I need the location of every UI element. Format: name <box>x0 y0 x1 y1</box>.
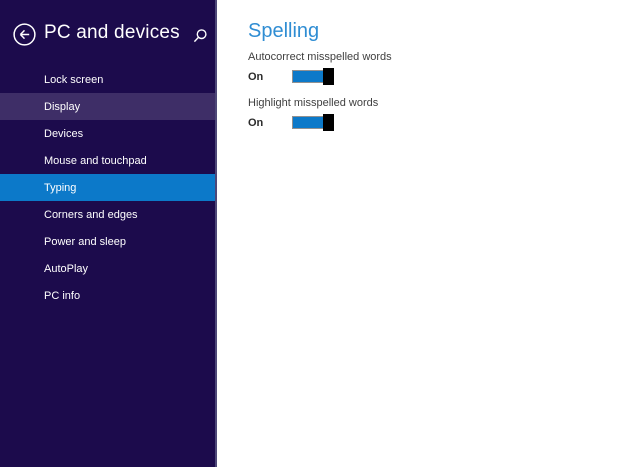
pc-settings-window: PC and devices Lock screen Display Devices… <box>0 0 624 467</box>
main-content: Spelling Autocorrect misspelled words On H… <box>217 0 624 467</box>
setting-group: Highlight misspelled words On <box>248 97 624 131</box>
search-button[interactable] <box>192 28 208 44</box>
sidebar-item-pc-info[interactable]: PC info <box>0 282 215 309</box>
setting-label: Highlight misspelled words <box>248 97 379 109</box>
sidebar-item-power-and-sleep[interactable]: Power and sleep <box>0 228 215 255</box>
sidebar-item-label: PC info <box>44 289 81 302</box>
setting-row: On <box>248 68 624 85</box>
sidebar-item-label: Lock screen <box>44 73 104 86</box>
sidebar-item-label: Devices <box>44 127 84 140</box>
search-icon <box>193 29 207 43</box>
sidebar-item-display[interactable]: Display <box>0 93 215 120</box>
setting-group: Autocorrect misspelled words On <box>248 51 624 85</box>
back-button[interactable] <box>13 23 36 46</box>
toggle-switch[interactable] <box>292 114 334 131</box>
back-icon <box>13 23 36 46</box>
sidebar-item-label: Typing <box>44 181 77 194</box>
sidebar-item-label: AutoPlay <box>44 262 89 275</box>
sidebar-item-label: Corners and edges <box>44 208 138 221</box>
toggle-switch[interactable] <box>292 68 334 85</box>
setting-row: On <box>248 114 624 131</box>
sidebar-item-lock-screen[interactable]: Lock screen <box>0 66 215 93</box>
sidebar-item-autoplay[interactable]: AutoPlay <box>0 255 215 282</box>
sidebar-item-label: Mouse and touchpad <box>44 154 147 167</box>
toggle-state-label: On <box>248 116 264 129</box>
sidebar-item-mouse-and-touchpad[interactable]: Mouse and touchpad <box>0 147 215 174</box>
sidebar-header: PC and devices <box>0 0 215 66</box>
page-title: PC and devices <box>44 22 180 43</box>
sidebar: PC and devices Lock screen Display Devices… <box>0 0 217 467</box>
sidebar-nav: Lock screen Display Devices Mouse and touch… <box>0 66 215 309</box>
sidebar-item-label: Power and sleep <box>44 235 126 248</box>
section-title: Spelling <box>248 20 320 42</box>
sidebar-item-typing[interactable]: Typing <box>0 174 215 201</box>
sidebar-item-devices[interactable]: Devices <box>0 120 215 147</box>
settings-list: Autocorrect misspelled words On Highlight … <box>248 51 624 131</box>
sidebar-item-corners-and-edges[interactable]: Corners and edges <box>0 201 215 228</box>
toggle-state-label: On <box>248 70 264 83</box>
setting-label: Autocorrect misspelled words <box>248 51 392 63</box>
sidebar-item-label: Display <box>44 100 81 113</box>
toggle-thumb[interactable] <box>323 68 334 85</box>
toggle-thumb[interactable] <box>323 114 334 131</box>
